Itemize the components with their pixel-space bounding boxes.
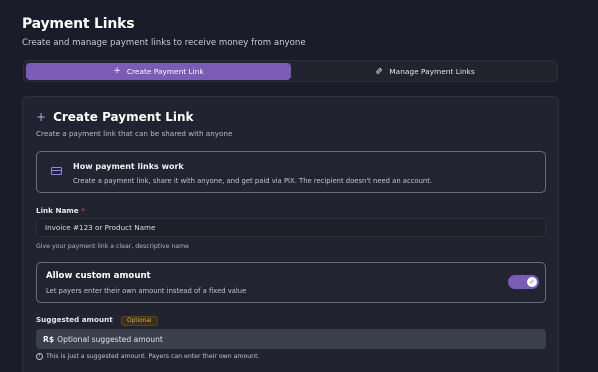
create-payment-link-card: + Create Payment Link Create a payment l… xyxy=(22,96,559,372)
custom-amount-toggle[interactable]: ✓ xyxy=(508,275,539,289)
tab-manage-payment-links[interactable]: Manage Payment Links xyxy=(294,63,556,80)
info-box: How payment links work Create a payment … xyxy=(36,151,546,193)
suggested-amount-hint: i This is just a suggested amount. Payer… xyxy=(36,353,259,360)
suggested-amount-hint-text: This is just a suggested amount. Payers … xyxy=(46,353,260,360)
custom-amount-text: Let payers enter their own amount instea… xyxy=(46,287,247,295)
tab-label: Create Payment Link xyxy=(126,67,204,76)
page-subtitle: Create and manage payment links to recei… xyxy=(22,38,306,48)
check-icon: ✓ xyxy=(527,277,537,287)
info-title: How payment links work xyxy=(73,162,184,171)
suggested-amount-label: Suggested amount xyxy=(36,315,113,324)
card-title: + Create Payment Link xyxy=(36,110,193,124)
page-title: Payment Links xyxy=(22,16,135,32)
link-name-label: Link Name * xyxy=(36,206,85,215)
plus-icon: + xyxy=(36,110,47,124)
tab-create-payment-link[interactable]: + Create Payment Link xyxy=(26,63,291,80)
custom-amount-box: Allow custom amount Let payers enter the… xyxy=(36,262,546,303)
custom-amount-title: Allow custom amount xyxy=(46,271,151,281)
link-name-input[interactable]: Invoice #123 or Product Name xyxy=(36,218,546,237)
required-marker: * xyxy=(81,206,85,215)
link-name-hint: Give your payment link a clear, descript… xyxy=(36,243,189,250)
info-icon: i xyxy=(36,353,43,360)
card-icon xyxy=(51,167,62,175)
optional-badge: Optional xyxy=(121,316,158,326)
suggested-amount-placeholder: Optional suggested amount xyxy=(57,334,163,344)
card-subtitle: Create a payment link that can be shared… xyxy=(36,129,233,138)
plus-icon: + xyxy=(113,66,121,76)
suggested-amount-input[interactable]: R$ Optional suggested amount xyxy=(36,329,546,349)
link-icon xyxy=(375,67,383,77)
card-title-text: Create Payment Link xyxy=(53,110,194,124)
info-text: Create a payment link, share it with any… xyxy=(73,177,433,185)
tab-bar: + Create Payment Link Manage Payment Lin… xyxy=(23,60,558,82)
tab-label: Manage Payment Links xyxy=(389,67,475,76)
currency-prefix: R$ xyxy=(43,334,55,344)
link-name-label-text: Link Name xyxy=(36,206,79,215)
link-name-placeholder: Invoice #123 or Product Name xyxy=(45,223,156,232)
